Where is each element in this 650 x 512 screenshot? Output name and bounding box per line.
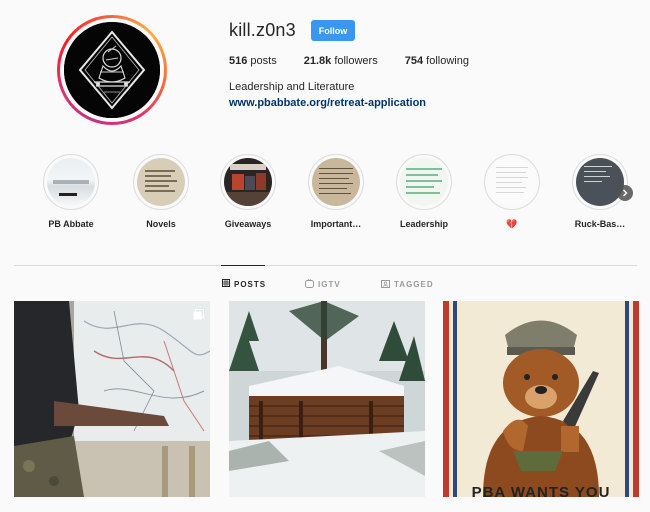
highlight-pb-abbate[interactable]: PB Abbate xyxy=(31,154,111,229)
followers-label: followers xyxy=(334,55,378,67)
posts-stat: 516 posts xyxy=(229,55,277,67)
follow-button[interactable]: Follow xyxy=(311,20,355,41)
poster-caption: PBA WANTS YOU xyxy=(471,484,611,497)
bio-text: Leadership and Literature xyxy=(229,81,355,93)
avatar[interactable] xyxy=(64,22,160,118)
following-label: following xyxy=(426,55,469,67)
highlight-important[interactable]: Important… xyxy=(296,154,376,229)
book-pages-thumbnail xyxy=(137,158,185,206)
tab-tagged[interactable]: TAGGED xyxy=(381,279,434,290)
snow-landscape-thumbnail xyxy=(47,158,95,206)
post-map[interactable] xyxy=(14,301,210,497)
highlight-label: Novels xyxy=(146,219,176,229)
map-photo xyxy=(14,301,210,497)
dark-text-thumbnail xyxy=(576,158,624,206)
tab-label: POSTS xyxy=(234,279,267,289)
avatar-border xyxy=(60,18,164,122)
bio-link[interactable]: www.pbabbate.org/retreat-application xyxy=(229,97,426,109)
highlight-label: Giveaways xyxy=(224,219,272,229)
profile-stats: 516 posts 21.8k followers 754 following xyxy=(229,55,496,67)
highlight-ring xyxy=(308,154,364,210)
tab-posts[interactable]: POSTS xyxy=(222,279,266,289)
highlight-label: 💔 xyxy=(506,219,518,229)
snowy-cabin-photo xyxy=(229,301,425,497)
hearts-emoji-thumbnail xyxy=(488,158,536,206)
tagged-icon xyxy=(381,279,390,290)
highlight-label: Important… xyxy=(310,219,362,229)
post-snowy-cabin[interactable] xyxy=(229,301,425,497)
multiple-photos-icon xyxy=(193,307,204,325)
document-thumbnail xyxy=(312,158,360,206)
followers-stat[interactable]: 21.8k followers xyxy=(304,55,378,67)
highlight-hearts[interactable]: 💔 xyxy=(472,154,552,230)
active-tab-indicator xyxy=(221,265,265,266)
books-stack-thumbnail xyxy=(224,158,272,206)
highlight-ring xyxy=(133,154,189,210)
highlight-label: Ruck-Bas… xyxy=(574,219,626,229)
highlight-ring xyxy=(43,154,99,210)
highlight-ring xyxy=(484,154,540,210)
following-stat[interactable]: 754 following xyxy=(405,55,469,67)
highlight-leadership[interactable]: Leadership xyxy=(384,154,464,229)
highlight-label: Leadership xyxy=(399,219,448,229)
post-bear-poster[interactable]: PBA WANTS YOU xyxy=(443,301,639,497)
following-count: 754 xyxy=(404,55,424,67)
tab-label: IGTV xyxy=(318,280,341,289)
highlight-ring xyxy=(396,154,452,210)
highlight-label: PB Abbate xyxy=(48,219,94,229)
tab-label: TAGGED xyxy=(394,280,434,289)
igtv-icon xyxy=(305,279,314,290)
chevron-right-icon[interactable] xyxy=(617,185,633,201)
section-divider xyxy=(14,265,637,266)
bear-poster-photo xyxy=(443,301,639,497)
profile-avatar-ring[interactable] xyxy=(57,15,167,125)
tab-igtv[interactable]: IGTV xyxy=(305,279,341,290)
followers-count: 21.8k xyxy=(303,55,332,67)
highlight-giveaways[interactable]: Giveaways xyxy=(208,154,288,229)
username: kill.z0n3 xyxy=(229,20,296,40)
highlight-novels[interactable]: Novels xyxy=(121,154,201,229)
grid-icon xyxy=(222,279,230,289)
diamond-logo-icon xyxy=(64,22,160,118)
handwritten-note-thumbnail xyxy=(400,158,448,206)
highlight-ring xyxy=(572,154,628,210)
highlight-ring xyxy=(220,154,276,210)
posts-label: posts xyxy=(250,55,277,67)
posts-count: 516 xyxy=(229,55,248,67)
